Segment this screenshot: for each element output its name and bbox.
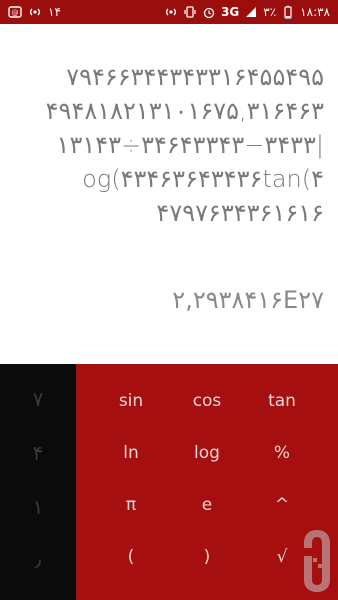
cos-button[interactable]: cos xyxy=(169,376,245,426)
log-button[interactable]: log xyxy=(169,428,245,478)
digit-4-button[interactable]: ۴ xyxy=(0,428,76,478)
sin-button[interactable]: sin xyxy=(93,376,169,426)
calculator-screen: @ ۱۴ 3G ۳٪ ۱۸:۳۸ ۷۹۴۶۶۳۴۴۳۴۳۳۱۶۴۵۵۴۹۵ ۴۹… xyxy=(0,0,338,600)
svg-text:@: @ xyxy=(12,9,19,17)
status-bar: @ ۱۴ 3G ۳٪ ۱۸:۳۸ xyxy=(0,0,338,24)
tan-button[interactable]: tan xyxy=(244,376,320,426)
status-bar-left: @ ۱۴ xyxy=(8,0,61,24)
battery-percent: ۳٪ xyxy=(263,5,277,19)
status-time: ۱۸:۳۸ xyxy=(300,5,330,19)
ln-button[interactable]: ln xyxy=(93,428,169,478)
euler-e-button[interactable]: e xyxy=(169,480,245,530)
expression-line: ۷۹۴۶۶۳۴۴۳۴۳۳۱۶۴۵۵۴۹۵ xyxy=(66,63,324,91)
close-paren-button[interactable]: ) xyxy=(169,532,245,582)
alarm-icon xyxy=(202,5,216,19)
expression-line: ۱۳۱۴۳÷۳۴۶۴۳۳۴۳−۳۴۳۳| xyxy=(56,131,324,159)
expression-text[interactable]: ۷۹۴۶۶۳۴۴۳۴۳۳۱۶۴۵۵۴۹۵ ۴۹۴۸۱۸۲۱۳۱۰۱۶۷۵,۳۱۶… xyxy=(6,60,324,230)
expression-line: ۴۷۹۷۶۳۴۳۶۱۶۱۶ xyxy=(156,199,324,227)
expression-line: ۴۹۴۸۱۸۲۱۳۱۰۱۶۷۵,۳۱۶۴۶۳ xyxy=(45,97,324,125)
app-store-logo-icon xyxy=(302,528,332,594)
display-panel[interactable]: ۷۹۴۶۶۳۴۴۳۴۳۳۱۶۴۵۵۴۹۵ ۴۹۴۸۱۸۲۱۳۱۰۱۶۷۵,۳۱۶… xyxy=(0,24,338,364)
hotspot-icon xyxy=(164,5,178,19)
digit-7-button[interactable]: ۷ xyxy=(0,374,76,424)
signal-icon xyxy=(244,5,258,19)
scientific-pad: sin cos tan ln log % π e ^ ( ) √ xyxy=(76,364,338,600)
percent-button[interactable]: % xyxy=(244,428,320,478)
power-button[interactable]: ^ xyxy=(244,480,320,530)
battery-icon xyxy=(281,5,295,19)
decimal-button[interactable]: ٫ xyxy=(0,534,76,584)
digit-pad: ۷ ۴ ۱ ٫ xyxy=(0,364,76,600)
pi-button[interactable]: π xyxy=(93,480,169,530)
expression-line: og(۴۳۴۶۳۶۴۳۴۳۶tan(۴ xyxy=(82,165,324,193)
wifi-calling-icon: @ xyxy=(8,5,22,19)
open-paren-button[interactable]: ( xyxy=(93,532,169,582)
result-text: ۲,۲۹۳۸۴۱۶E۲۷ xyxy=(172,286,324,314)
network-type: 3G xyxy=(221,5,240,19)
keypad: ۷ ۴ ۱ ٫ sin cos tan ln log % π e ^ ( ) √ xyxy=(0,364,338,600)
status-notification-count: ۱۴ xyxy=(48,5,61,19)
digit-1-button[interactable]: ۱ xyxy=(0,482,76,532)
vibrate-icon xyxy=(183,5,197,19)
hotspot-icon xyxy=(28,5,42,19)
status-bar-right: 3G ۳٪ ۱۸:۳۸ xyxy=(164,0,330,24)
